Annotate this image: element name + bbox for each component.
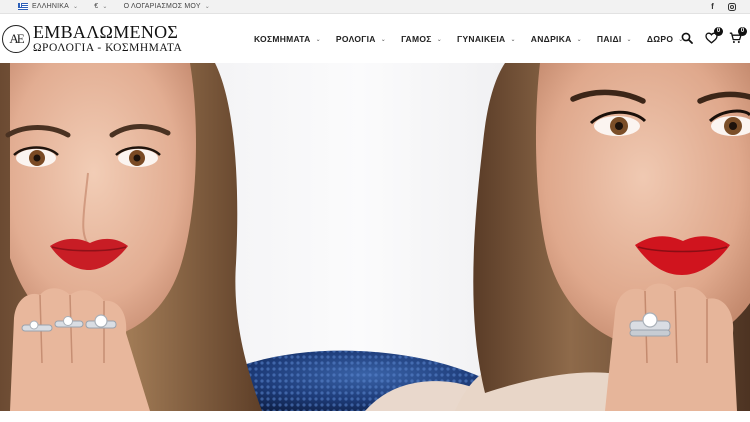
brand-tagline: ΩΡΟΛΟΓΙΑ - ΚΟΣΜΗΜΑΤΑ bbox=[33, 42, 183, 54]
currency-label: € bbox=[94, 3, 99, 10]
language-label: ΕΛΛΗΝΙΚΑ bbox=[32, 3, 70, 10]
nav-item-label: ΓΥΝΑΙΚΕΙΑ bbox=[457, 34, 506, 44]
nav-item-jewelry[interactable]: ΚΟΣΜΗΜΑΤΑ ⌄ bbox=[254, 34, 321, 44]
account-menu[interactable]: Ο ΛΟΓΑΡΙΑΣΜΟΣ ΜΟΥ ⌄ bbox=[124, 3, 210, 10]
nav-item-men[interactable]: ΑΝΔΡΙΚΑ ⌄ bbox=[531, 34, 582, 44]
topbar-left-group: ΕΛΛΗΝΙΚΑ ⌄ € ⌄ Ο ΛΟΓΑΡΙΑΣΜΟΣ ΜΟΥ ⌄ bbox=[18, 3, 210, 10]
search-button[interactable] bbox=[680, 31, 694, 45]
nav-item-label: ΑΝΔΡΙΚΑ bbox=[530, 34, 572, 44]
wishlist-button[interactable]: 0 bbox=[704, 27, 723, 45]
wishlist-count-badge: 0 bbox=[714, 27, 723, 36]
greek-flag-icon bbox=[18, 3, 28, 10]
chevron-down-icon: ⌄ bbox=[626, 36, 632, 43]
nav-item-watches[interactable]: ΡΟΛΟΓΙΑ ⌄ bbox=[336, 34, 386, 44]
site-logo[interactable]: ΑΕ ΕΜΒΑΛΩΜΕΝΟΣ ΩΡΟΛΟΓΙΑ - ΚΟΣΜΗΜΑΤΑ bbox=[2, 23, 182, 55]
nav-item-women[interactable]: ΓΥΝΑΙΚΕΙΑ ⌄ bbox=[457, 34, 516, 44]
top-utility-bar: ΕΛΛΗΝΙΚΑ ⌄ € ⌄ Ο ΛΟΓΑΡΙΑΣΜΟΣ ΜΟΥ ⌄ f bbox=[0, 0, 750, 14]
chevron-down-icon: ⌄ bbox=[436, 36, 443, 43]
chevron-down-icon: ⌄ bbox=[73, 4, 79, 10]
search-icon bbox=[681, 32, 693, 44]
social-links: f bbox=[711, 2, 736, 11]
nav-item-label: ΠΑΙΔΙ bbox=[596, 34, 622, 44]
currency-switcher[interactable]: € ⌄ bbox=[94, 3, 107, 10]
logo-text: ΕΜΒΑΛΩΜΕΝΟΣ ΩΡΟΛΟΓΙΑ - ΚΟΣΜΗΜΑΤΑ bbox=[33, 23, 182, 55]
facebook-icon[interactable]: f bbox=[711, 2, 714, 11]
nav-item-label: ΓΑΜΟΣ bbox=[401, 34, 432, 44]
instagram-icon[interactable] bbox=[728, 2, 736, 11]
right-model-image bbox=[455, 63, 750, 411]
cart-count-badge: 0 bbox=[738, 27, 747, 36]
chevron-down-icon: ⌄ bbox=[102, 4, 108, 10]
nav-item-label: ΡΟΛΟΓΙΑ bbox=[335, 34, 376, 44]
nav-item-gift[interactable]: ΔΩΡΟ ⌄ bbox=[647, 34, 684, 44]
logo-monogram: ΑΕ bbox=[2, 24, 30, 53]
language-switcher[interactable]: ΕΛΛΗΝΙΚΑ ⌄ bbox=[18, 3, 78, 10]
hero-banner[interactable] bbox=[0, 63, 750, 411]
chevron-down-icon: ⌄ bbox=[510, 36, 516, 43]
left-model-image bbox=[0, 63, 262, 411]
brand-name: ΕΜΒΑΛΩΜΕΝΟΣ bbox=[33, 22, 179, 42]
nav-item-kids[interactable]: ΠΑΙΔΙ ⌄ bbox=[597, 34, 632, 44]
chevron-down-icon: ⌄ bbox=[576, 36, 582, 43]
header-actions: 0 0 bbox=[680, 27, 747, 45]
hero-bottom-spacer bbox=[0, 411, 750, 422]
nav-item-label: ΔΩΡΟ bbox=[646, 34, 674, 44]
chevron-down-icon: ⌄ bbox=[204, 4, 210, 10]
cart-button[interactable]: 0 bbox=[728, 27, 747, 45]
account-label: Ο ΛΟΓΑΡΙΑΣΜΟΣ ΜΟΥ bbox=[123, 3, 201, 10]
chevron-down-icon: ⌄ bbox=[380, 36, 387, 43]
main-navigation: ΚΟΣΜΗΜΑΤΑ ⌄ ΡΟΛΟΓΙΑ ⌄ ΓΑΜΟΣ ⌄ ΓΥΝΑΙΚΕΙΑ … bbox=[254, 34, 684, 44]
chevron-down-icon: ⌄ bbox=[315, 36, 321, 43]
nav-item-wedding[interactable]: ΓΑΜΟΣ ⌄ bbox=[401, 34, 442, 44]
nav-item-label: ΚΟΣΜΗΜΑΤΑ bbox=[254, 34, 311, 44]
site-header: ΑΕ ΕΜΒΑΛΩΜΕΝΟΣ ΩΡΟΛΟΓΙΑ - ΚΟΣΜΗΜΑΤΑ ΚΟΣΜ… bbox=[0, 14, 750, 63]
